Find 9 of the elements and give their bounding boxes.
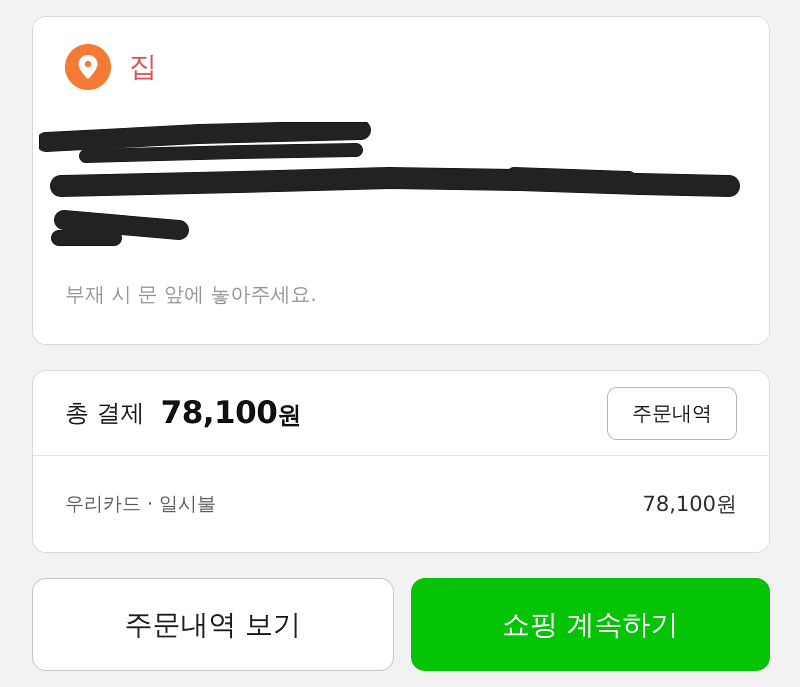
total-label: 총 결제 [65,398,145,429]
payment-method: 우리카드 · 일시불 [65,492,216,517]
location-pin-icon [65,44,111,90]
address-label: 집 [129,53,157,81]
view-orders-button[interactable]: 주문내역 보기 [32,578,394,671]
delivery-note: 부재 시 문 앞에 놓아주세요. [65,282,318,306]
total-amount: 78,100원 [160,395,301,431]
payment-amount: 78,100원 [642,491,737,518]
order-history-button[interactable]: 주문내역 [607,386,737,440]
